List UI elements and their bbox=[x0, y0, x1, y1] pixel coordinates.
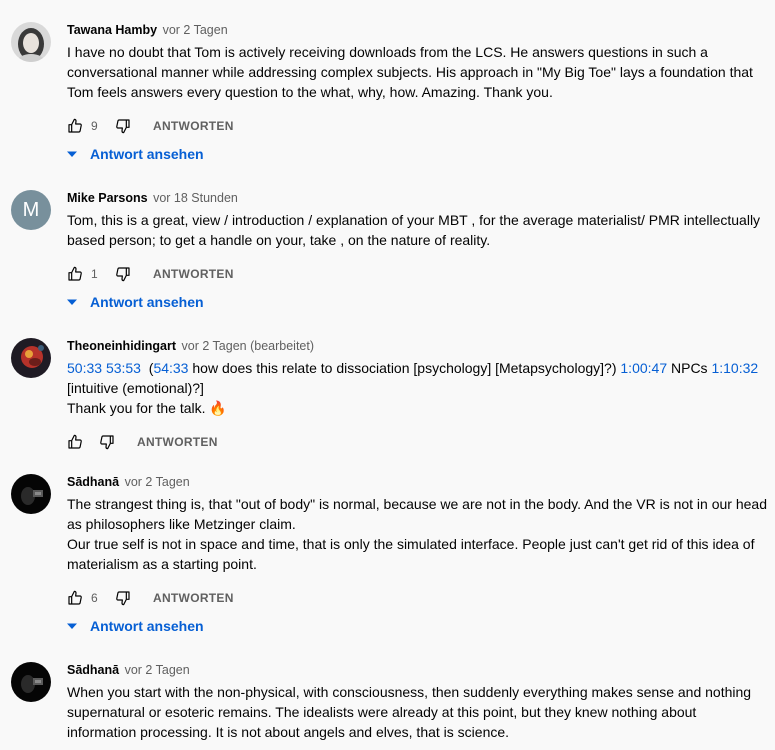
comment-header: Theoneinhidingart vor 2 Tagen (bearbeite… bbox=[67, 338, 767, 354]
comment-text-segment: [intuitive (emotional)?] bbox=[67, 380, 204, 396]
view-replies-button[interactable]: Antwort ansehen bbox=[67, 294, 204, 310]
timestamp-link[interactable]: 50:33 bbox=[67, 360, 102, 376]
caret-down-icon bbox=[67, 621, 77, 631]
comment-header: Sādhanā vor 2 Tagen bbox=[67, 662, 767, 678]
comment-paragraph: Tom, this is a great, view / introductio… bbox=[67, 212, 761, 248]
avatar[interactable]: M bbox=[11, 190, 51, 230]
comment-text: Tom, this is a great, view / introductio… bbox=[67, 210, 767, 250]
comment-actions: ANTWORTEN bbox=[67, 430, 767, 454]
comment-text-segment: NPCs bbox=[667, 360, 712, 376]
caret-down-icon bbox=[67, 297, 77, 307]
timestamp-link[interactable]: 1:10:32 bbox=[711, 360, 758, 376]
thumb-up-icon[interactable] bbox=[67, 434, 83, 450]
avatar[interactable] bbox=[11, 22, 51, 62]
avatar-letter: M bbox=[22, 198, 40, 221]
like-count: 9 bbox=[91, 119, 98, 133]
comment-text: When you start with the non-physical, wi… bbox=[67, 682, 767, 742]
comment-time[interactable]: vor 2 Tagen bbox=[125, 663, 190, 677]
comment-actions: 9 ANTWORTEN bbox=[67, 114, 767, 138]
comment-actions: 1 ANTWORTEN bbox=[67, 262, 767, 286]
avatar[interactable] bbox=[11, 338, 51, 378]
reply-button[interactable]: ANTWORTEN bbox=[137, 435, 218, 449]
comment-paragraph: 50:33 53:53 (54:33 how does this relate … bbox=[67, 358, 767, 398]
comment-time[interactable]: vor 2 Tagen bbox=[163, 23, 228, 37]
thumb-down-icon[interactable] bbox=[115, 590, 131, 606]
author-name[interactable]: Sādhanā bbox=[67, 475, 119, 489]
thumb-up-icon[interactable] bbox=[67, 118, 83, 134]
view-replies-label: Antwort ansehen bbox=[90, 146, 204, 162]
reply-button[interactable]: ANTWORTEN bbox=[153, 591, 234, 605]
author-name[interactable]: Sādhanā bbox=[67, 663, 119, 677]
comment-text-segment: how does this relate to dissociation [ps… bbox=[188, 360, 621, 376]
view-replies-button[interactable]: Antwort ansehen bbox=[67, 618, 204, 634]
comment-text-segment: ( bbox=[140, 360, 154, 376]
comment-paragraph: The strangest thing is, that "out of bod… bbox=[67, 496, 767, 532]
comment-time[interactable]: vor 2 Tagen (bearbeitet) bbox=[182, 339, 315, 353]
thumb-up-icon[interactable] bbox=[67, 266, 83, 282]
view-replies-label: Antwort ansehen bbox=[90, 294, 204, 310]
comment-paragraph: Thank you for the talk. 🔥 bbox=[67, 400, 227, 416]
timestamp-link[interactable]: 53:53 bbox=[106, 360, 141, 376]
like-count: 1 bbox=[91, 267, 98, 281]
avatar[interactable] bbox=[11, 474, 51, 514]
timestamp-link[interactable]: 54:33 bbox=[153, 360, 188, 376]
thumb-down-icon[interactable] bbox=[115, 266, 131, 282]
comment-text: I have no doubt that Tom is actively rec… bbox=[67, 42, 767, 102]
avatar[interactable] bbox=[11, 662, 51, 702]
like-count: 6 bbox=[91, 591, 98, 605]
comment-paragraph: I have no doubt that Tom is actively rec… bbox=[67, 44, 753, 100]
thumb-down-icon[interactable] bbox=[115, 118, 131, 134]
thumb-down-icon[interactable] bbox=[99, 434, 115, 450]
comment-paragraph: Our true self is not in space and time, … bbox=[67, 536, 755, 572]
view-replies-button[interactable]: Antwort ansehen bbox=[67, 146, 204, 162]
comment-paragraph: When you start with the non-physical, wi… bbox=[67, 684, 752, 740]
view-replies-label: Antwort ansehen bbox=[90, 618, 204, 634]
comment-header: Sādhanā vor 2 Tagen bbox=[67, 474, 767, 490]
comment-header: Tawana Hamby vor 2 Tagen bbox=[67, 22, 767, 38]
comment-actions: 6 ANTWORTEN bbox=[67, 586, 767, 610]
timestamp-link[interactable]: 1:00:47 bbox=[620, 360, 667, 376]
comment-time[interactable]: vor 2 Tagen bbox=[125, 475, 190, 489]
reply-button[interactable]: ANTWORTEN bbox=[153, 119, 234, 133]
reply-button[interactable]: ANTWORTEN bbox=[153, 267, 234, 281]
author-name[interactable]: Mike Parsons bbox=[67, 191, 148, 205]
author-name[interactable]: Theoneinhidingart bbox=[67, 339, 176, 353]
caret-down-icon bbox=[67, 149, 77, 159]
comment-header: Mike Parsons vor 18 Stunden bbox=[67, 190, 767, 206]
comment-text: 50:33 53:53 (54:33 how does this relate … bbox=[67, 358, 767, 418]
comment-time[interactable]: vor 18 Stunden bbox=[153, 191, 238, 205]
author-name[interactable]: Tawana Hamby bbox=[67, 23, 157, 37]
thumb-up-icon[interactable] bbox=[67, 590, 83, 606]
comment-text: The strangest thing is, that "out of bod… bbox=[67, 494, 767, 574]
